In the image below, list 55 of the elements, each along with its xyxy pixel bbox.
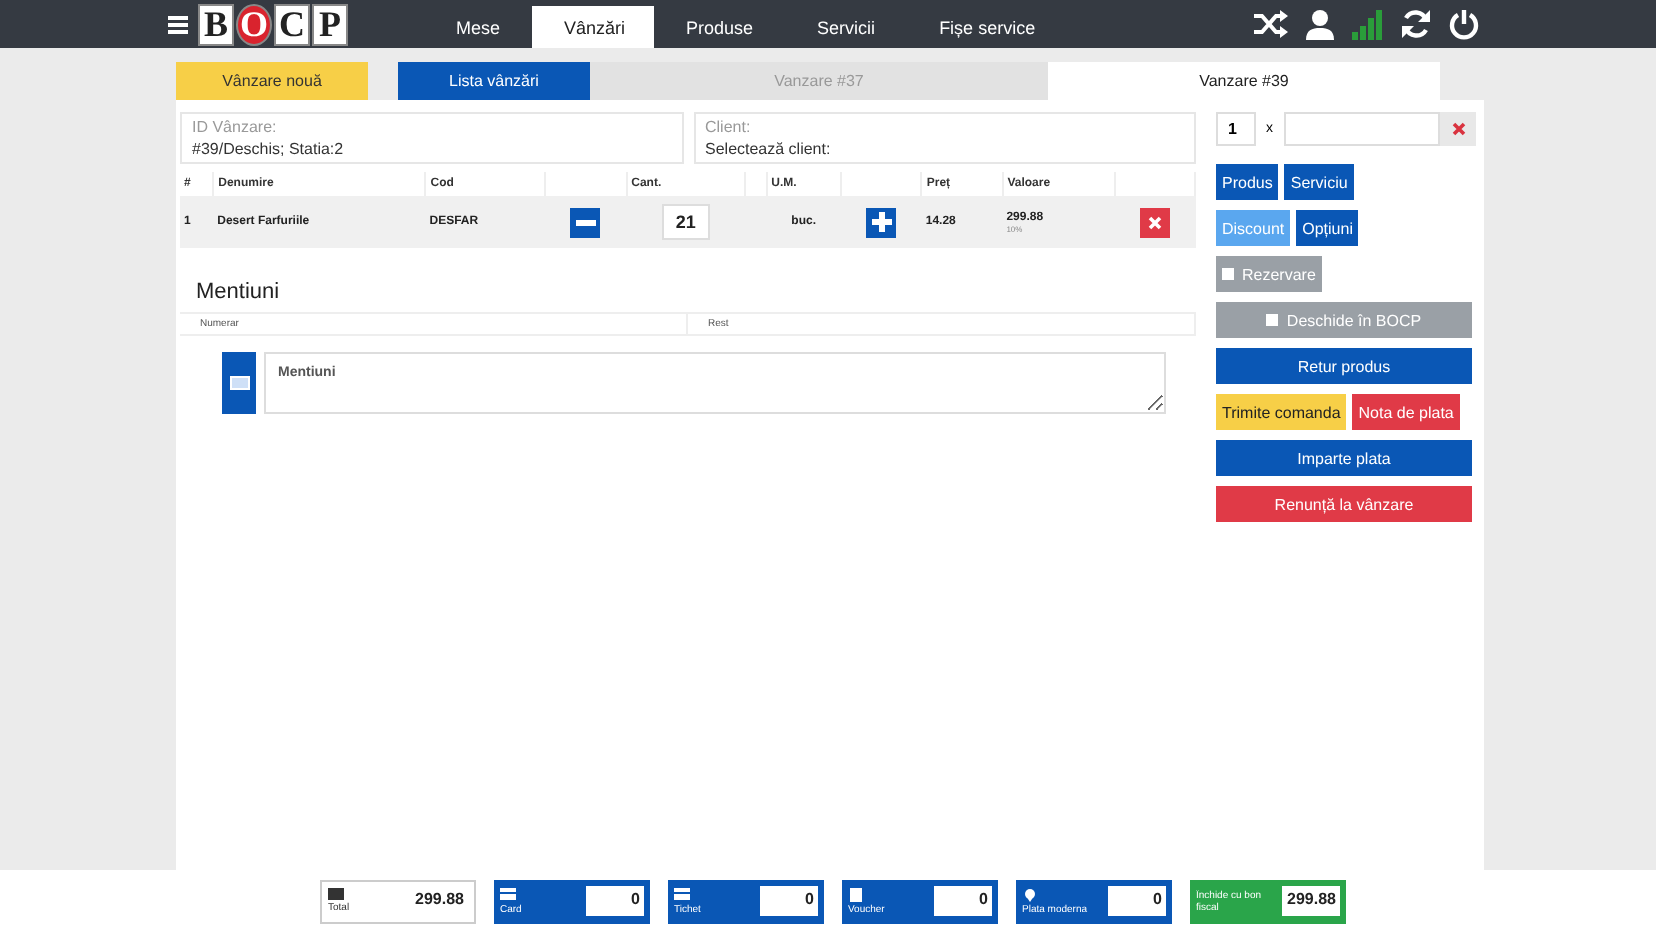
action-button[interactable]: Renunță la vânzare bbox=[1216, 486, 1472, 522]
close-icon bbox=[1147, 215, 1162, 229]
field-value: #39/Deschis; Statia:2 bbox=[192, 140, 346, 158]
info-field[interactable]: Client: Selectează client: bbox=[693, 112, 1196, 164]
shuffle-icon[interactable] bbox=[1252, 10, 1288, 38]
decrease-button[interactable] bbox=[570, 207, 601, 237]
amount-field[interactable]: 0 bbox=[586, 886, 644, 916]
power-icon[interactable] bbox=[1448, 8, 1480, 40]
action-button[interactable]: Retur produs bbox=[1216, 348, 1472, 384]
checkbox[interactable] bbox=[1222, 268, 1234, 280]
plus-icon bbox=[871, 212, 892, 232]
info-field[interactable]: ID Vânzare: #39/Deschis; Statia:2 bbox=[180, 112, 683, 164]
location-pin-icon bbox=[1022, 887, 1038, 901]
amount-field[interactable]: 0 bbox=[1108, 886, 1166, 916]
nav-tab[interactable]: Vânzări bbox=[532, 6, 655, 48]
nav-tab[interactable]: Mese bbox=[424, 6, 533, 48]
minus-icon bbox=[575, 219, 596, 225]
logo[interactable]: B O C P bbox=[198, 3, 348, 45]
increase-button[interactable] bbox=[866, 207, 897, 237]
search-field[interactable] bbox=[1283, 112, 1440, 146]
nav-tab[interactable]: Servicii bbox=[785, 6, 908, 48]
voucher-icon bbox=[848, 887, 864, 901]
action-button[interactable]: Imparte plata bbox=[1216, 440, 1472, 476]
action-button[interactable]: Serviciu bbox=[1284, 164, 1354, 200]
menu-icon[interactable] bbox=[168, 15, 188, 33]
delete-button[interactable] bbox=[1139, 207, 1170, 237]
action-button[interactable]: Produs bbox=[1216, 164, 1279, 200]
user-icon[interactable] bbox=[1304, 8, 1336, 40]
sales-list-button[interactable]: Lista vânzări bbox=[398, 62, 590, 100]
section-title: Mentiuni bbox=[196, 280, 282, 304]
envelope-icon bbox=[229, 376, 249, 390]
amount-field[interactable]: 299.88 bbox=[1282, 886, 1340, 916]
card-icon bbox=[500, 887, 516, 901]
wallet-icon bbox=[328, 888, 344, 900]
close-icon bbox=[1451, 122, 1465, 136]
field-label: Client: bbox=[705, 118, 753, 136]
new-sale-button[interactable]: Vânzare nouă bbox=[176, 62, 368, 100]
total-amount: 299.88 bbox=[413, 888, 466, 912]
action-button[interactable]: Opțiuni bbox=[1296, 210, 1359, 246]
nav-tab[interactable]: Fișe service bbox=[907, 6, 1068, 48]
checkbox[interactable] bbox=[1266, 314, 1279, 326]
field-label: ID Vânzare: bbox=[192, 118, 279, 136]
card-icon bbox=[674, 887, 690, 901]
amount-field[interactable]: 0 bbox=[760, 886, 818, 916]
nav-tab[interactable]: Produse bbox=[654, 6, 786, 48]
clear-button[interactable] bbox=[1440, 112, 1476, 146]
quantity-field[interactable]: 21 bbox=[661, 204, 710, 240]
action-button[interactable]: Nota de plata bbox=[1352, 394, 1460, 430]
sale-tab[interactable]: Vanzare #39 bbox=[1048, 62, 1440, 100]
amount-field[interactable]: 0 bbox=[934, 886, 992, 916]
action-button[interactable]: Trimite comanda bbox=[1216, 394, 1347, 430]
signal-icon bbox=[1352, 8, 1384, 40]
quantity-input[interactable]: 1 bbox=[1216, 112, 1256, 146]
refresh-icon[interactable] bbox=[1400, 8, 1432, 40]
field-value: Selectează client: bbox=[705, 140, 833, 158]
